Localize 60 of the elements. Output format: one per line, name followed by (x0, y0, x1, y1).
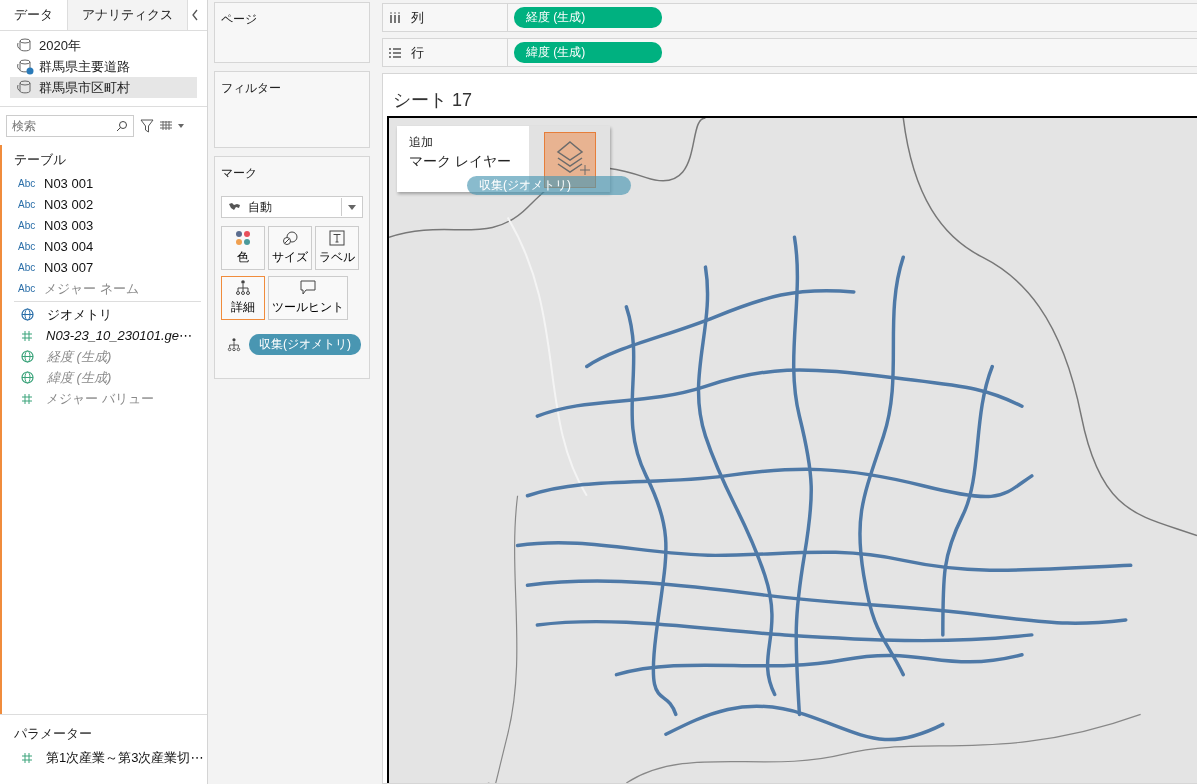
data-source-item[interactable]: 群馬県市区町村 (10, 77, 197, 98)
mark-property-button[interactable]: ラベル (315, 226, 359, 270)
data-source-item[interactable]: 2020年 (10, 35, 197, 56)
section-heading: テーブル (14, 151, 67, 169)
globe-icon (21, 308, 34, 321)
circles-icon (282, 230, 298, 246)
field-item[interactable]: N03-23_10_230101.ge⋯ (46, 328, 192, 343)
field-item[interactable]: N03 002 (44, 197, 94, 212)
card-title: フィルター (221, 81, 281, 95)
color-dots-icon (235, 230, 251, 246)
hierarchy-icon (235, 280, 251, 296)
field-item[interactable]: N03 004 (44, 239, 94, 254)
mark-property-button[interactable]: サイズ (268, 226, 312, 270)
field-item[interactable]: N03 007 (44, 260, 94, 275)
type-label: Abc (18, 241, 37, 252)
type-label: Abc (18, 199, 37, 210)
filter-icon[interactable] (140, 119, 154, 133)
text-icon (329, 230, 345, 246)
type-label: Abc (18, 262, 37, 273)
speech-bubble-icon (300, 280, 316, 296)
section-heading: パラメーター (14, 725, 93, 743)
card-title: マーク (221, 165, 258, 182)
hash-icon (21, 392, 33, 405)
globe-icon (21, 350, 34, 363)
hash-icon (21, 751, 33, 764)
database-icon (16, 37, 34, 54)
database-icon (16, 79, 34, 96)
type-label: Abc (18, 283, 37, 294)
list-view-icon[interactable] (160, 121, 186, 131)
mark-property-button[interactable]: ツールヒント (268, 276, 348, 320)
field-item[interactable]: 経度 (生成) (47, 347, 112, 366)
field-item[interactable]: メジャー ネーム (44, 279, 139, 298)
hierarchy-icon (227, 337, 241, 352)
hash-icon (21, 329, 33, 342)
mark-property-button[interactable]: 詳細 (221, 276, 265, 320)
pane-tab[interactable]: アナリティクス (68, 0, 188, 30)
rows-icon (389, 46, 401, 59)
field-item[interactable]: ジオメトリ (47, 305, 112, 324)
shelf-label: 行 (411, 43, 424, 62)
drop-target-label: 追加 (409, 134, 434, 151)
globe-icon (21, 371, 34, 384)
drop-target-label: マーク レイヤー (409, 153, 511, 171)
caret-icon (348, 204, 356, 210)
field-item[interactable]: N03 003 (44, 218, 94, 233)
mark-type-dropdown[interactable]: 自動 (221, 196, 363, 218)
field-item[interactable]: メジャー バリュー (46, 389, 154, 408)
type-label: Abc (18, 178, 37, 189)
columns-icon (389, 11, 401, 24)
field-item[interactable]: N03 001 (44, 176, 94, 191)
primary-database-icon (16, 58, 34, 75)
search-field[interactable]: 検索 (6, 115, 134, 137)
sheet-title: シート 17 (392, 89, 474, 112)
mark-property-button[interactable]: 色 (221, 226, 265, 270)
collapse-icon[interactable] (191, 9, 199, 21)
field-item[interactable]: 緯度 (生成) (47, 368, 112, 387)
type-label: Abc (18, 220, 37, 231)
parameter-item[interactable]: 第1次産業～第3次産業切⋯ (46, 748, 204, 767)
shelf-label: 列 (411, 8, 424, 27)
data-source-item[interactable]: 群馬県主要道路 (10, 56, 197, 77)
card-title: ページ (221, 12, 257, 26)
